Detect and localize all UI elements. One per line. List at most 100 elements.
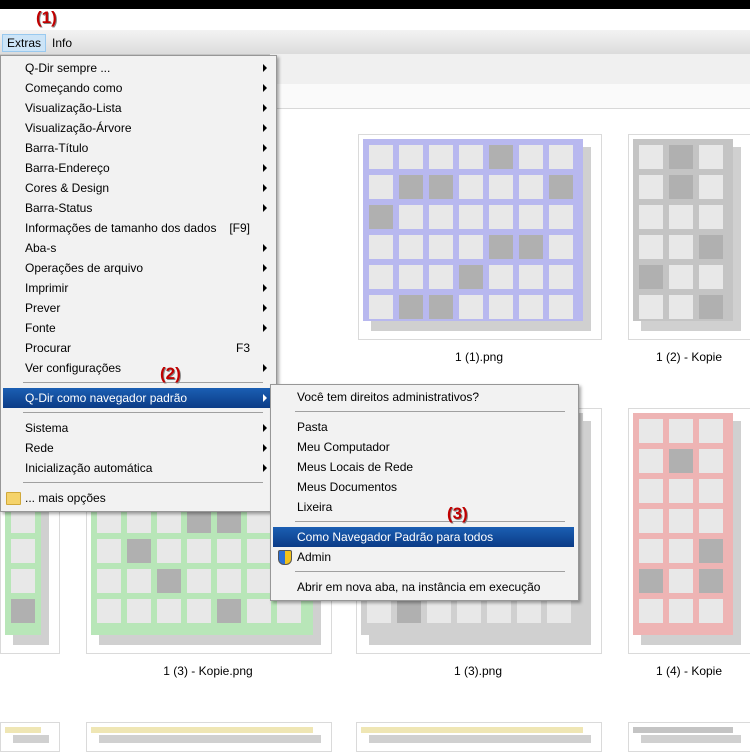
menu-separator xyxy=(23,482,263,483)
menu-separator xyxy=(23,412,263,413)
extras-menu-item[interactable]: Barra-Endereço xyxy=(3,158,272,178)
extras-menu-item[interactable]: Barra-Título xyxy=(3,138,272,158)
thumbnail-image xyxy=(5,727,49,743)
submenu-item-label: Meus Locais de Rede xyxy=(297,460,414,474)
menu-item-label: Sistema xyxy=(25,421,69,435)
extras-menu-item[interactable]: Começando como xyxy=(3,78,272,98)
menu-item-label: Rede xyxy=(25,441,54,455)
extras-menu-item[interactable]: Inicialização automática xyxy=(3,458,272,478)
submenu-arrow-icon xyxy=(263,124,267,132)
extras-menu-item[interactable]: Procurar F3 xyxy=(3,338,272,358)
submenu-item-label: Como Navegador Padrão para todos xyxy=(297,530,494,544)
submenu-item-label: Lixeira xyxy=(297,500,333,514)
submenu-arrow-icon xyxy=(263,164,267,172)
menu-item-label: Aba-s xyxy=(25,241,57,255)
menu-item-label: Q-Dir como navegador padrão xyxy=(25,391,188,405)
menu-item-label: Procurar xyxy=(25,341,72,355)
submenu-item-label: Meu Computador xyxy=(297,440,390,454)
menu-info[interactable]: Info xyxy=(48,34,76,52)
address-bar[interactable] xyxy=(270,84,750,109)
extras-menu-item[interactable]: Prever xyxy=(3,298,272,318)
submenu-arrow-icon xyxy=(263,324,267,332)
extras-menu-item[interactable]: Cores & Design xyxy=(3,178,272,198)
extras-menu-item[interactable]: Rede xyxy=(3,438,272,458)
submenu-item[interactable]: Pasta xyxy=(273,417,574,437)
submenu-item[interactable]: Admin xyxy=(273,547,574,567)
submenu-item-label: Você tem direitos administrativos? xyxy=(297,390,480,404)
extras-menu-item[interactable]: ... mais opções xyxy=(3,488,272,508)
file-thumbnail[interactable] xyxy=(628,722,750,752)
menu-item-label: Prever xyxy=(25,301,61,315)
menu-item-label: Q-Dir sempre ... xyxy=(25,61,111,75)
menu-item-label: Cores & Design xyxy=(25,181,110,195)
thumbnail-image xyxy=(91,727,321,743)
submenu-item[interactable]: Lixeira xyxy=(273,497,574,517)
menu-item-label: Informações de tamanho dos dados xyxy=(25,221,217,235)
submenu-item-label: Meus Documentos xyxy=(297,480,398,494)
submenu-item[interactable]: Abrir em nova aba, na instância em execu… xyxy=(273,577,574,597)
submenu-arrow-icon xyxy=(263,244,267,252)
extras-menu-item[interactable]: Barra-Status xyxy=(3,198,272,218)
menu-separator xyxy=(23,382,263,383)
file-name-label: 1 (3) - Kopie.png xyxy=(163,664,253,678)
extras-menu-item[interactable]: Q-Dir como navegador padrão xyxy=(3,388,272,408)
extras-menu-item[interactable]: Informações de tamanho dos dados [F9] xyxy=(3,218,272,238)
submenu-arrow-icon xyxy=(263,424,267,432)
extras-menu-item[interactable]: Q-Dir sempre ... xyxy=(3,58,272,78)
step-badge-3: (3) xyxy=(447,504,468,523)
menu-separator xyxy=(295,411,565,412)
submenu-arrow-icon xyxy=(263,394,267,402)
menu-item-label: Barra-Status xyxy=(25,201,93,215)
menu-separator xyxy=(295,521,565,522)
window-top-border xyxy=(0,0,750,9)
submenu-item-label: Admin xyxy=(297,550,332,564)
extras-menu-item[interactable]: Ver configurações xyxy=(3,358,272,378)
submenu-arrow-icon xyxy=(263,64,267,72)
file-name-label: 1 (1).png xyxy=(454,350,504,364)
step-badge-1: (1) xyxy=(36,8,57,27)
file-thumbnail[interactable] xyxy=(86,722,332,752)
default-browser-submenu: Você tem direitos administrativos? Pasta M… xyxy=(270,384,579,601)
extras-menu-item[interactable]: Sistema xyxy=(3,418,272,438)
file-thumbnail[interactable] xyxy=(356,722,602,752)
extras-menu-item[interactable]: Visualização-Árvore xyxy=(3,118,272,138)
submenu-arrow-icon xyxy=(263,364,267,372)
menu-item-label: Ver configurações xyxy=(25,361,122,375)
submenu-item[interactable]: Meus Documentos xyxy=(273,477,574,497)
submenu-arrow-icon xyxy=(263,444,267,452)
file-name-label: 1 (4) - Kopie xyxy=(655,664,723,678)
menu-item-label: Operações de arquivo xyxy=(25,261,144,275)
menu-item-label: Visualização-Árvore xyxy=(25,121,132,135)
submenu-item-label: Abrir em nova aba, na instância em execu… xyxy=(297,580,541,594)
submenu-item[interactable]: Como Navegador Padrão para todos xyxy=(273,527,574,547)
menu-item-shortcut: [F9] xyxy=(229,221,250,235)
extras-menu-item[interactable]: Visualização-Lista xyxy=(3,98,272,118)
extras-menu-item[interactable]: Imprimir xyxy=(3,278,272,298)
submenu-arrow-icon xyxy=(263,104,267,112)
menu-item-label: Barra-Título xyxy=(25,141,89,155)
submenu-arrow-icon xyxy=(263,144,267,152)
submenu-arrow-icon xyxy=(263,204,267,212)
thumbnail-image xyxy=(633,727,741,743)
submenu-item-label: Pasta xyxy=(297,420,328,434)
extras-menu-item[interactable]: Fonte xyxy=(3,318,272,338)
uac-shield-icon xyxy=(278,550,292,565)
menu-separator xyxy=(295,571,565,572)
extras-menu-item[interactable]: Operações de arquivo xyxy=(3,258,272,278)
menu-extras[interactable]: Extras xyxy=(2,34,47,52)
menu-item-label: Visualização-Lista xyxy=(25,101,122,115)
submenu-item[interactable]: Meu Computador xyxy=(273,437,574,457)
file-thumbnail[interactable] xyxy=(0,722,60,752)
menu-item-label: ... mais opções xyxy=(25,491,106,505)
submenu-item[interactable]: Você tem direitos administrativos? xyxy=(273,387,574,407)
thumbnail-image xyxy=(633,413,741,645)
submenu-item[interactable]: Meus Locais de Rede xyxy=(273,457,574,477)
thumbnail-image xyxy=(633,139,741,331)
file-thumbnail[interactable] xyxy=(628,408,750,654)
step-badge-2: (2) xyxy=(160,364,181,383)
file-thumbnail[interactable] xyxy=(358,134,602,340)
extras-menu-item[interactable]: Aba-s xyxy=(3,238,272,258)
menu-item-label: Barra-Endereço xyxy=(25,161,110,175)
menu-item-label: Começando como xyxy=(25,81,123,95)
file-thumbnail[interactable] xyxy=(628,134,750,340)
